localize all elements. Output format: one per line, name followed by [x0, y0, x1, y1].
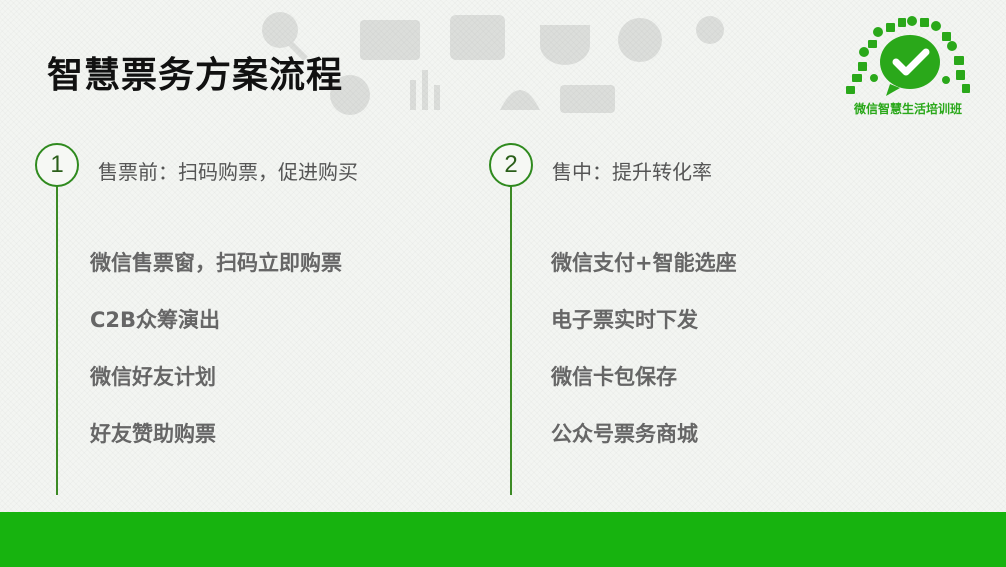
step-1-item: 好友赞助购票 — [90, 422, 216, 446]
step-2-item: 公众号票务商城 — [551, 422, 698, 446]
slide-title: 智慧票务方案流程 — [47, 55, 344, 96]
briefcase-icon — [450, 15, 505, 60]
leaf-icon — [500, 90, 540, 110]
step-2-item: 微信卡包保存 — [551, 365, 677, 389]
step-1-heading: 售票前：扫码购票，促进购买 — [98, 160, 358, 184]
step-2-number-circle: 2 — [489, 143, 533, 187]
keyboard-icon — [560, 85, 615, 113]
step-2-heading: 售中：提升转化率 — [552, 160, 712, 184]
gear-icon — [618, 18, 662, 62]
brand-logo: 微信智慧生活培训班 — [838, 14, 978, 124]
shop-icon — [360, 20, 420, 60]
step-1-number-circle: 1 — [35, 143, 79, 187]
step-1-item: C2B众筹演出 — [90, 308, 221, 332]
wechat-logo-icon — [846, 16, 970, 96]
step-2-item: 电子票实时下发 — [551, 308, 698, 332]
step-2-item: 微信支付+智能选座 — [551, 251, 737, 275]
step-1-item: 微信售票窗，扫码立即购票 — [90, 251, 342, 275]
footer-bar — [0, 512, 1006, 567]
cup-icon — [540, 25, 590, 65]
logo-caption: 微信智慧生活培训班 — [853, 102, 962, 116]
step-1-timeline-line — [56, 185, 58, 495]
step-1-item: 微信好友计划 — [90, 365, 216, 389]
step-2-timeline-line — [510, 185, 512, 495]
